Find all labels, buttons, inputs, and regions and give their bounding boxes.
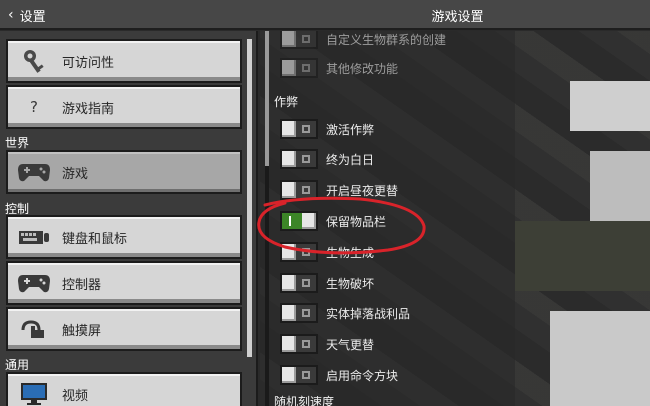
section-general: 通用 bbox=[5, 358, 30, 372]
sidebar-item-label: 游戏 bbox=[62, 166, 89, 182]
setting-label: 激活作弊 bbox=[326, 122, 375, 137]
toggle-custom-biome[interactable] bbox=[280, 31, 318, 49]
key-icon bbox=[8, 41, 60, 81]
game-settings-panel: 自定义生物群系的创建 其他修改功能 作弊 激活作弊 终为白日 开启昼夜更替 保留… bbox=[260, 31, 650, 406]
tick-speed-label: 随机刻速度 bbox=[274, 395, 335, 406]
setting-label: 保留物品栏 bbox=[326, 214, 387, 229]
setting-mob-griefing: 生物破坏 bbox=[280, 271, 500, 295]
setting-other-mods: 其他修改功能 bbox=[280, 56, 500, 80]
background-block bbox=[590, 151, 650, 221]
back-button[interactable]: ‹ 设置 bbox=[4, 3, 64, 27]
sidebar-item-touch[interactable]: 触摸屏 bbox=[6, 307, 242, 351]
sidebar-item-controller[interactable]: 控制器 bbox=[6, 261, 242, 305]
settings-sidebar: 可访问性 ? 游戏指南 世界 游戏 控制 键盘和鼠标 控制器 触摸屏 通用 视频 bbox=[0, 31, 258, 406]
back-label: 设置 bbox=[19, 9, 46, 25]
setting-always-day: 终为白日 bbox=[280, 147, 500, 171]
sidebar-item-accessibility[interactable]: 可访问性 bbox=[6, 39, 242, 83]
chevron-left-icon: ‹ bbox=[8, 7, 14, 23]
sidebar-item-label: 视频 bbox=[62, 388, 89, 404]
sidebar-item-label: 可访问性 bbox=[62, 55, 115, 71]
keyboard-icon bbox=[8, 217, 60, 257]
toggle-entity-drops[interactable] bbox=[280, 303, 318, 323]
toggle-daylight-cycle[interactable] bbox=[280, 180, 318, 200]
controller-icon bbox=[8, 152, 60, 192]
toggle-command-blocks[interactable] bbox=[280, 365, 318, 385]
background-block bbox=[570, 81, 650, 131]
setting-label: 其他修改功能 bbox=[326, 61, 399, 76]
setting-label: 终为白日 bbox=[326, 152, 375, 167]
top-bar: ‹ 设置 游戏设置 bbox=[0, 0, 650, 30]
toggle-keep-inventory[interactable] bbox=[280, 211, 318, 231]
sidebar-item-label: 触摸屏 bbox=[62, 323, 102, 339]
toggle-weather-cycle[interactable] bbox=[280, 334, 318, 354]
background-foliage bbox=[515, 221, 650, 291]
setting-label: 实体掉落战利品 bbox=[326, 306, 411, 321]
background-block bbox=[550, 311, 650, 406]
page-title: 游戏设置 bbox=[431, 10, 484, 25]
setting-label: 启用命令方块 bbox=[326, 368, 399, 383]
sidebar-item-game[interactable]: 游戏 bbox=[6, 150, 242, 194]
toggle-always-day[interactable] bbox=[280, 149, 318, 169]
setting-daylight-cycle: 开启昼夜更替 bbox=[280, 178, 500, 202]
setting-custom-biome: 自定义生物群系的创建 bbox=[280, 31, 500, 51]
cheats-group-label: 作弊 bbox=[274, 95, 299, 109]
touch-icon bbox=[8, 309, 60, 349]
sidebar-item-guide[interactable]: ? 游戏指南 bbox=[6, 85, 242, 129]
setting-command-blocks: 启用命令方块 bbox=[280, 363, 500, 387]
sidebar-item-label: 游戏指南 bbox=[62, 101, 115, 117]
sidebar-item-video[interactable]: 视频 bbox=[6, 372, 242, 406]
controller-icon bbox=[8, 263, 60, 303]
question-icon: ? bbox=[30, 98, 38, 116]
settings-list: 自定义生物群系的创建 其他修改功能 作弊 激活作弊 终为白日 开启昼夜更替 保留… bbox=[260, 31, 515, 406]
setting-keep-inventory: 保留物品栏 bbox=[280, 209, 500, 233]
setting-label: 自定义生物群系的创建 bbox=[326, 32, 447, 47]
sidebar-scrollbar[interactable] bbox=[247, 39, 252, 357]
setting-label: 生物破坏 bbox=[326, 276, 375, 291]
setting-entity-drops: 实体掉落战利品 bbox=[280, 301, 500, 325]
setting-label: 开启昼夜更替 bbox=[326, 183, 399, 198]
toggle-mob-griefing[interactable] bbox=[280, 273, 318, 293]
section-world: 世界 bbox=[5, 136, 30, 150]
setting-mob-spawning: 生物生成 bbox=[280, 240, 500, 264]
sidebar-item-label: 控制器 bbox=[62, 277, 102, 293]
sidebar-item-keyboard-mouse[interactable]: 键盘和鼠标 bbox=[6, 215, 242, 259]
toggle-activate-cheats[interactable] bbox=[280, 119, 318, 139]
settings-scrollbar-thumb[interactable] bbox=[265, 31, 269, 166]
setting-label: 生物生成 bbox=[326, 245, 375, 260]
setting-weather-cycle: 天气更替 bbox=[280, 332, 500, 356]
toggle-other-mods[interactable] bbox=[280, 58, 318, 78]
toggle-mob-spawning[interactable] bbox=[280, 242, 318, 262]
setting-activate-cheats: 激活作弊 bbox=[280, 117, 500, 141]
monitor-icon bbox=[8, 374, 60, 406]
setting-label: 天气更替 bbox=[326, 337, 375, 352]
sidebar-item-label: 键盘和鼠标 bbox=[62, 231, 128, 247]
